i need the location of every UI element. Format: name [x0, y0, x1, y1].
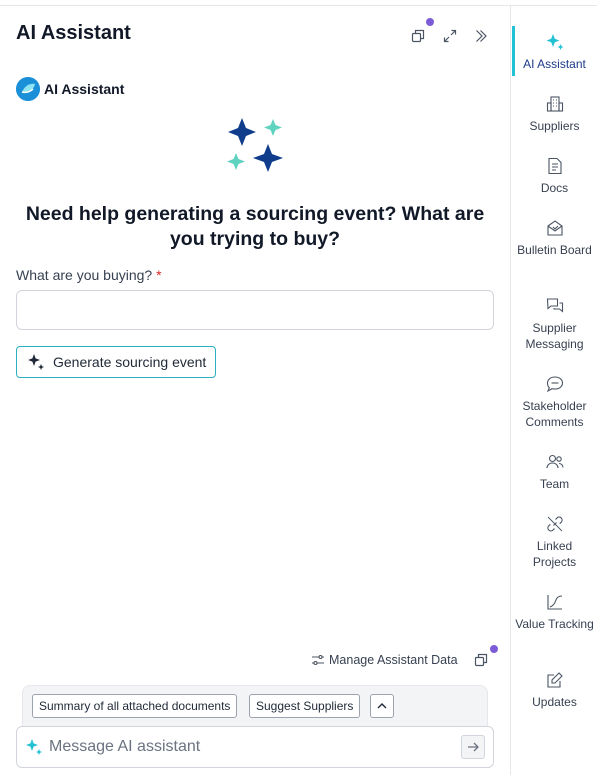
message-input[interactable] [49, 735, 449, 759]
collapse-suggestions-button[interactable] [370, 694, 394, 718]
ai-assistant-panel: AI Assistant AI Assistant Need help gene… [0, 6, 510, 775]
double-chevron-right-icon [476, 30, 487, 42]
chat-bubbles-icon [545, 296, 565, 316]
popout-chat-button[interactable] [474, 653, 490, 669]
sidebar-item-bulletin-board[interactable]: Bulletin Board [511, 218, 597, 258]
manage-assistant-data-link[interactable]: Manage Assistant Data [311, 653, 458, 667]
sidebar-item-value-tracking[interactable]: Value Tracking [511, 592, 597, 632]
generate-button-label: Generate sourcing event [53, 354, 207, 370]
expand-button[interactable] [439, 25, 461, 47]
popout-button[interactable] [407, 25, 429, 47]
sparkle-icon [26, 739, 42, 755]
field-label: What are you buying? * [16, 267, 162, 283]
sidebar-item-docs[interactable]: Docs [511, 156, 597, 196]
sidebar-item-label: Linked Projects [532, 539, 577, 569]
suggestion-chip-suppliers[interactable]: Suggest Suppliers [249, 694, 361, 718]
right-sidebar: AI Assistant Suppliers Docs Bulletin Boa… [510, 6, 597, 775]
copy-window-icon [474, 653, 488, 667]
sparkle-icon [545, 32, 565, 52]
send-button[interactable] [461, 735, 485, 759]
team-icon [545, 452, 565, 472]
manage-label: Manage Assistant Data [329, 653, 458, 667]
sidebar-item-label: Suppliers [529, 119, 580, 133]
sidebar-item-label: Bulletin Board [517, 243, 592, 257]
expand-icon [443, 29, 457, 43]
sparkles-hero-icon [222, 118, 286, 182]
copy-window-icon [411, 29, 425, 43]
suggestion-chip-summary[interactable]: Summary of all attached documents [32, 694, 238, 718]
sidebar-item-label: Team [539, 477, 570, 491]
sparkle-icon [28, 354, 44, 370]
sidebar-item-supplier-messaging[interactable]: Supplier Messaging [511, 296, 597, 352]
required-indicator: * [156, 267, 162, 283]
sidebar-item-stakeholder-comments[interactable]: Stakeholder Comments [511, 374, 597, 430]
sidebar-item-suppliers[interactable]: Suppliers [511, 94, 597, 134]
collapse-panel-button[interactable] [470, 25, 492, 47]
assistant-brand: AI Assistant [16, 77, 124, 101]
line-chart-icon [545, 592, 565, 612]
sidebar-item-label: Stakeholder Comments [522, 399, 587, 429]
chevron-up-icon [377, 703, 387, 709]
edit-icon [545, 670, 565, 690]
buying-input[interactable] [16, 290, 494, 330]
building-icon [545, 94, 565, 114]
arrow-right-icon [468, 742, 479, 752]
notification-dot [426, 18, 434, 26]
brand-name: AI Assistant [44, 81, 125, 97]
sidebar-item-label: Supplier Messaging [525, 321, 584, 351]
document-icon [545, 156, 565, 176]
sliders-icon [312, 654, 324, 666]
assistant-logo-icon [16, 77, 40, 101]
generate-sourcing-event-button[interactable]: Generate sourcing event [16, 346, 216, 378]
sidebar-item-label: Updates [532, 695, 577, 709]
suggestions-bar: Summary of all attached documents Sugges… [22, 685, 488, 731]
sidebar-item-label: Docs [540, 181, 569, 195]
link-icon [545, 514, 565, 534]
comment-icon [545, 374, 565, 394]
bulletin-icon [545, 218, 565, 238]
sidebar-item-linked-projects[interactable]: Linked Projects [511, 514, 597, 570]
sidebar-item-ai-assistant[interactable]: AI Assistant [511, 32, 597, 72]
prompt-heading: Need help generating a sourcing event? W… [25, 203, 485, 250]
sidebar-item-updates[interactable]: Updates [511, 670, 597, 710]
sidebar-item-label: Value Tracking [515, 617, 594, 631]
sidebar-item-label: AI Assistant [523, 57, 586, 71]
message-composer [16, 726, 494, 768]
panel-title: AI Assistant [16, 22, 131, 44]
sidebar-item-team[interactable]: Team [511, 452, 597, 492]
notification-dot [490, 645, 498, 653]
field-label-text: What are you buying? [16, 267, 153, 283]
